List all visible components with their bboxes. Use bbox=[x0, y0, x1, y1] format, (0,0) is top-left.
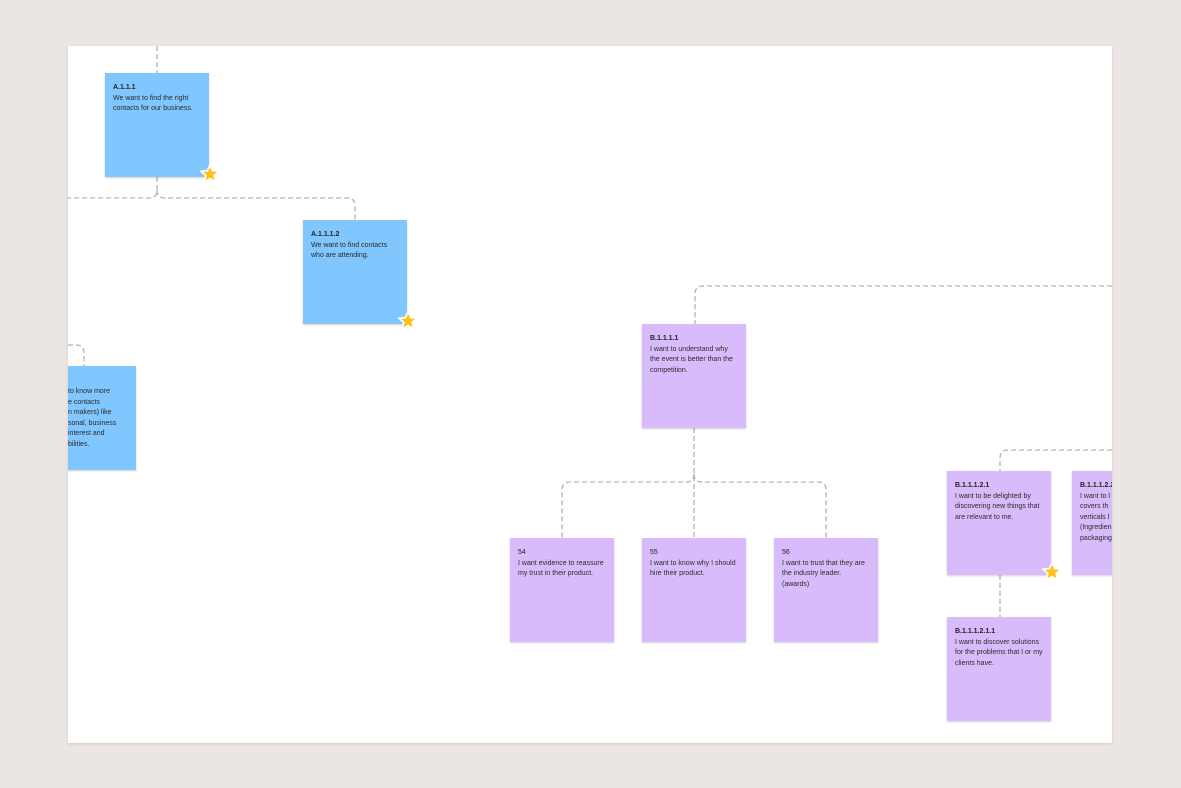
whiteboard-canvas[interactable]: A.1.1.1 We want to find the right contac… bbox=[68, 46, 1112, 743]
sticky-b1111[interactable]: B.1.1.1.1 I want to understand why the e… bbox=[642, 324, 746, 428]
sticky-text: I want to be delighted by discovering ne… bbox=[955, 492, 1040, 521]
sticky-text: I want to understand why the event is be… bbox=[650, 345, 733, 374]
sticky-b111211[interactable]: B.1.1.1.2.1.1 I want to discover solutio… bbox=[947, 617, 1051, 721]
sticky-id: A.1.1.1.2 bbox=[311, 231, 340, 238]
sticky-b11121[interactable]: B.1.1.1.2.1 I want to be delighted by di… bbox=[947, 471, 1062, 581]
sticky-text: I want evidence to reassure my trust in … bbox=[518, 559, 604, 578]
sticky-id: B.1.1.1.2.2 bbox=[1080, 482, 1112, 489]
sticky-id: 54 bbox=[518, 549, 526, 556]
sticky-text: We want to find the right contacts for o… bbox=[113, 94, 193, 113]
sticky-b11122[interactable]: B.1.1.1.2.2 I want to l covers th vertic… bbox=[1072, 471, 1112, 575]
sticky-text: I want to trust that they are the indust… bbox=[782, 559, 865, 588]
sticky-text: to know more e contacts n makers) like s… bbox=[68, 388, 117, 448]
connector-branch-to-n56 bbox=[693, 473, 827, 538]
connector-b1111-parent bbox=[694, 285, 1112, 324]
sticky-id: 55 bbox=[650, 549, 658, 556]
sticky-text: I want to discover solutions for the pro… bbox=[955, 638, 1043, 667]
sticky-54[interactable]: 54 I want evidence to reassure my trust … bbox=[510, 538, 614, 642]
sticky-a1112[interactable]: A.1.1.1.2 We want to find contacts who a… bbox=[303, 220, 418, 330]
sticky-id: A.1.1.1 bbox=[113, 84, 136, 91]
sticky-text: I want to l covers th verticals l (Ingre… bbox=[1080, 492, 1112, 542]
sticky-text: We want to find contacts who are attendi… bbox=[311, 241, 388, 260]
star-icon bbox=[398, 310, 418, 330]
connector-b11121-parent bbox=[999, 449, 1112, 471]
connector-a111-branch bbox=[68, 177, 158, 199]
sticky-a111[interactable]: A.1.1.1 We want to find the right contac… bbox=[105, 73, 220, 183]
connector-a111-to-a1112 bbox=[156, 189, 356, 220]
connector-branch-to-n54 bbox=[561, 473, 695, 538]
sticky-id: 56 bbox=[782, 549, 790, 556]
sticky-text: I want to know why I should hire their p… bbox=[650, 559, 736, 578]
sticky-55[interactable]: 55 I want to know why I should hire thei… bbox=[642, 538, 746, 642]
sticky-partial-left[interactable]: to know more e contacts n makers) like s… bbox=[68, 366, 136, 470]
sticky-id: B.1.1.1.1 bbox=[650, 335, 679, 342]
star-icon bbox=[200, 163, 220, 183]
sticky-56[interactable]: 56 I want to trust that they are the ind… bbox=[774, 538, 878, 642]
sticky-id: B.1.1.1.2.1 bbox=[955, 482, 990, 489]
star-icon bbox=[1042, 561, 1062, 581]
connector-to-partial bbox=[68, 344, 85, 366]
sticky-id: B.1.1.1.2.1.1 bbox=[955, 628, 996, 635]
